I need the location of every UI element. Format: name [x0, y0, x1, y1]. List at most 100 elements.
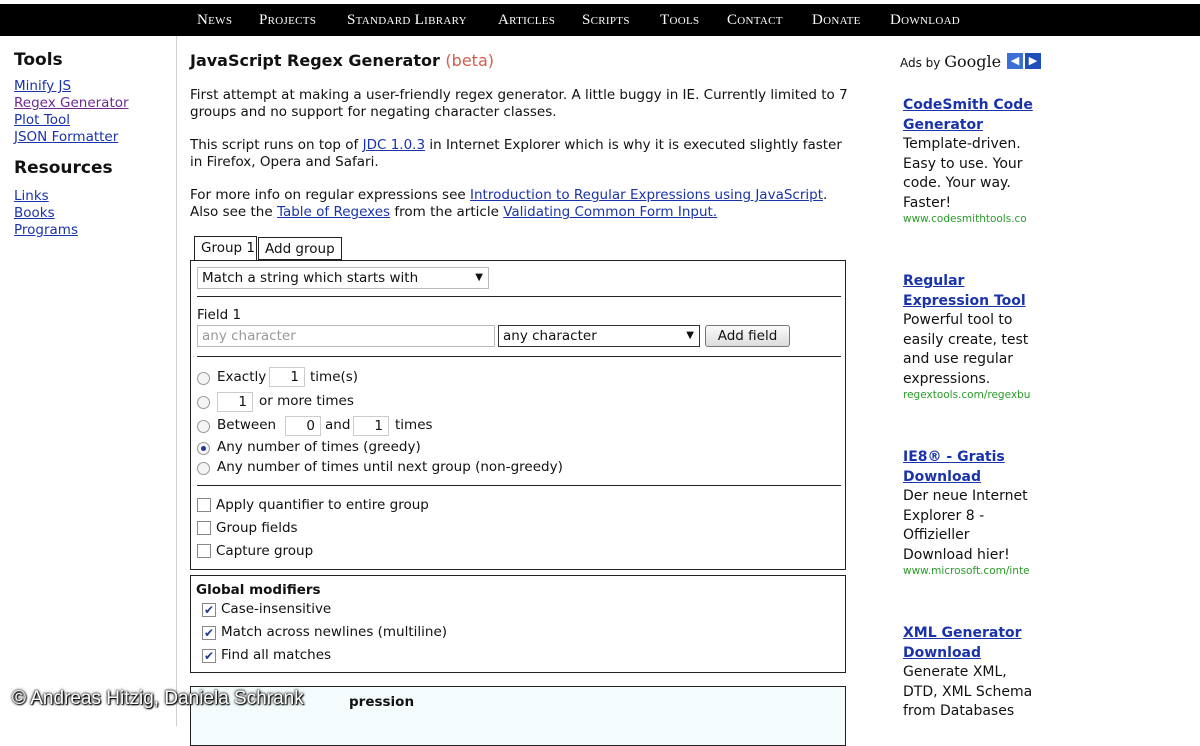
exactly-label: Exactly: [217, 369, 267, 385]
apply-quantifier-checkbox[interactable]: [197, 498, 211, 512]
radio-between[interactable]: [197, 420, 210, 433]
case-insensitive-label: Case-insensitive: [221, 601, 332, 617]
multiline-label: Match across newlines (multiline): [221, 624, 448, 640]
link-regex-generator[interactable]: Regex Generator: [14, 95, 174, 112]
radio-greedy[interactable]: [197, 442, 210, 455]
link-links[interactable]: Links: [14, 188, 174, 205]
resources-links: Links Books Programs: [14, 188, 174, 239]
ad-text: Powerful tool to easily create, test and…: [903, 312, 1029, 387]
nav-tools[interactable]: Tools: [660, 4, 699, 36]
character-class-value: any character: [503, 328, 597, 344]
nav-contact[interactable]: Contact: [727, 4, 783, 36]
nav-donate[interactable]: Donate: [812, 4, 861, 36]
capture-group-label: Capture group: [216, 543, 314, 559]
link-json-formatter[interactable]: JSON Formatter: [14, 129, 174, 146]
tools-links: Minify JS Regex Generator Plot Tool JSON…: [14, 78, 174, 146]
intro-paragraph: First attempt at making a user-friendly …: [190, 87, 848, 120]
nav-scripts[interactable]: Scripts: [582, 4, 630, 36]
radio-or-more[interactable]: [197, 396, 210, 409]
ad-item: Regular Expression Tool Powerful tool to…: [903, 272, 1043, 402]
link-books[interactable]: Books: [14, 205, 174, 222]
ad-title[interactable]: Regular Expression Tool: [903, 272, 1043, 311]
ads-label: Ads by: [900, 56, 941, 70]
ad-item: XML Generator Download Generate XML, DTD…: [903, 624, 1043, 722]
link-minify-js[interactable]: Minify JS: [14, 78, 174, 95]
match-select-value: Match a string which starts with: [202, 270, 419, 286]
exactly-count-input[interactable]: 1: [269, 367, 305, 387]
divider: [197, 356, 841, 357]
ad-title[interactable]: XML Generator Download: [903, 624, 1043, 663]
case-insensitive-checkbox[interactable]: ✔: [202, 603, 216, 617]
validating-form-link[interactable]: Validating Common Form Input.: [503, 204, 717, 220]
ad-url[interactable]: regextools.com/regexbu: [903, 389, 1043, 402]
ads-header: Ads by Google: [900, 52, 1001, 71]
radio-non-greedy[interactable]: [197, 462, 210, 475]
character-class-select[interactable]: any character ▼: [498, 325, 700, 347]
chevron-down-icon: ▼: [475, 272, 483, 283]
group-fields-label: Group fields: [216, 520, 298, 536]
nav-articles[interactable]: Articles: [498, 4, 555, 36]
tab-group-1[interactable]: Group 1: [194, 236, 257, 261]
non-greedy-label: Any number of times until next group (no…: [217, 459, 563, 475]
chevron-down-icon: ▼: [686, 330, 694, 341]
ad-title[interactable]: CodeSmith Code Generator: [903, 96, 1043, 135]
add-field-button[interactable]: Add field: [705, 325, 790, 347]
global-modifiers-panel: Global modifiers ✔ Case-insensitive ✔ Ma…: [190, 575, 846, 673]
page-title-text: JavaScript Regex Generator: [190, 51, 440, 70]
runtime-text-a: This script runs on top of: [190, 137, 363, 153]
nav-projects[interactable]: Projects: [259, 4, 316, 36]
nav-download[interactable]: Download: [890, 4, 960, 36]
page-title: JavaScript Regex Generator (beta): [190, 52, 494, 69]
or-more-count-input[interactable]: 1: [217, 392, 253, 412]
between-min-input[interactable]: 0: [285, 416, 321, 436]
divider: [197, 485, 841, 486]
beta-label: (beta): [445, 51, 494, 70]
ad-text: Generate XML, DTD, XML Schema from Datab…: [903, 664, 1033, 719]
runtime-paragraph: This script runs on top of JDC 1.0.3 in …: [190, 137, 850, 171]
nav-news[interactable]: News: [197, 4, 232, 36]
ad-text: Der neue Internet Explorer 8 - Offiziell…: [903, 488, 1028, 563]
info-text-a: For more info on regular expressions see: [190, 187, 470, 203]
field-1-input[interactable]: any character: [197, 325, 495, 347]
jdc-link[interactable]: JDC 1.0.3: [363, 137, 425, 153]
field-1-label: Field 1: [197, 307, 242, 323]
chevron-right-icon[interactable]: ▶: [1025, 53, 1041, 69]
capture-group-checkbox[interactable]: [197, 544, 211, 558]
radio-exactly[interactable]: [197, 372, 210, 385]
top-nav: News Projects Standard Library Articles …: [0, 4, 1200, 36]
column-divider: [176, 36, 177, 726]
link-programs[interactable]: Programs: [14, 222, 174, 239]
or-more-label: or more times: [259, 393, 354, 409]
resources-heading: Resources: [14, 158, 113, 178]
copyright-watermark: © Andreas Hitzig, Daniela Schrank: [12, 688, 304, 709]
ad-url[interactable]: www.microsoft.com/inte: [903, 565, 1043, 578]
times-label: time(s): [310, 369, 359, 385]
find-all-checkbox[interactable]: ✔: [202, 649, 216, 663]
left-sidebar: Tools Minify JS Regex Generator Plot Too…: [14, 50, 174, 239]
google-logo: Google: [944, 52, 1002, 71]
multiline-checkbox[interactable]: ✔: [202, 626, 216, 640]
result-heading: pression: [349, 694, 415, 710]
table-of-regexes-link[interactable]: Table of Regexes: [277, 204, 390, 220]
ad-item: CodeSmith Code Generator Template-driven…: [903, 96, 1043, 226]
ad-text: Template-driven. Easy to use. Your code.…: [903, 136, 1023, 211]
tools-heading: Tools: [14, 50, 63, 70]
intro-regex-link[interactable]: Introduction to Regular Expressions usin…: [470, 187, 823, 203]
greedy-label: Any number of times (greedy): [217, 439, 421, 455]
link-plot-tool[interactable]: Plot Tool: [14, 112, 174, 129]
between-max-input[interactable]: 1: [353, 416, 389, 436]
times-label-2: times: [395, 417, 433, 433]
nav-standard-library[interactable]: Standard Library: [347, 4, 467, 36]
ad-item: IE8® - Gratis Download Der neue Internet…: [903, 448, 1043, 578]
and-label: and: [325, 417, 351, 433]
ad-title[interactable]: IE8® - Gratis Download: [903, 448, 1043, 487]
group-fields-checkbox[interactable]: [197, 521, 211, 535]
chevron-left-icon[interactable]: ◀: [1007, 53, 1023, 69]
tab-add-group[interactable]: Add group: [258, 237, 342, 260]
global-modifiers-heading: Global modifiers: [196, 582, 321, 598]
between-label: Between: [217, 417, 277, 433]
ad-url[interactable]: www.codesmithtools.co: [903, 213, 1043, 226]
info-paragraph: For more info on regular expressions see…: [190, 187, 850, 221]
find-all-label: Find all matches: [221, 647, 332, 663]
match-select[interactable]: Match a string which starts with ▼: [197, 267, 489, 289]
